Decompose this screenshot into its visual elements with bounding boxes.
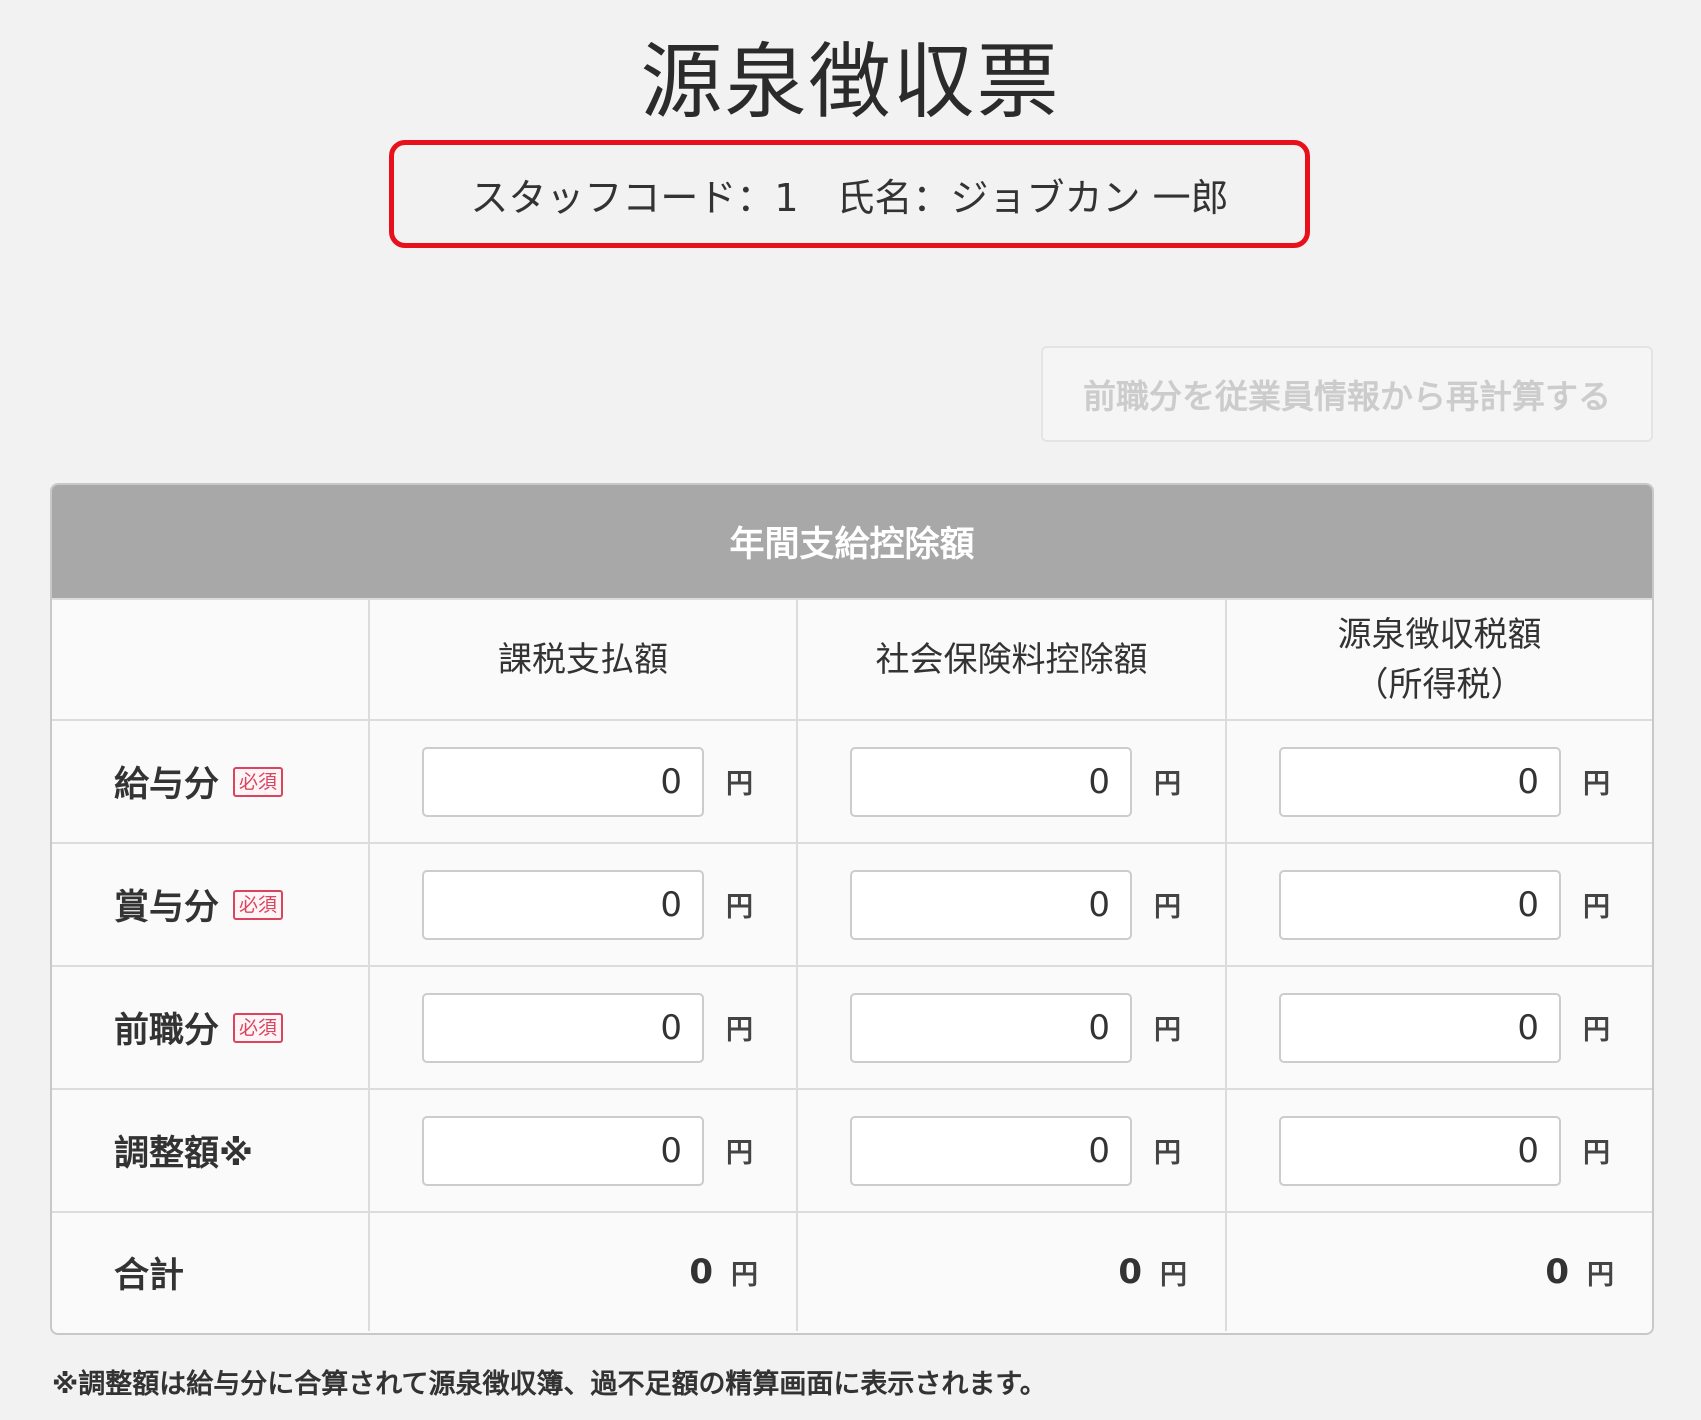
previous-job-taxable-payment-input[interactable] [422,992,704,1063]
input-group: 円 [798,992,1181,1063]
column-header-social-insurance: 社会保険料控除額 [796,600,1225,719]
table-row-adjustment: 調整額※ 円 円 円 [52,1088,1652,1211]
yen-unit: 円 [1583,769,1610,800]
input-cell: 円 [796,721,1225,842]
input-group: 円 [370,1115,753,1186]
staff-info-box: スタッフコード：1 氏名：ジョブカン 一郎 [389,140,1310,248]
input-group: 円 [370,746,753,817]
input-group: 円 [370,992,753,1063]
total-withholding-tax: 0 円 [1225,1213,1652,1331]
yen-unit: 円 [1154,892,1181,923]
table-row-salary: 給与分 必須 円 円 円 [52,719,1652,842]
input-cell: 円 [368,967,796,1088]
total-taxable-payment: 0 円 [368,1213,796,1331]
required-badge: 必須 [233,889,284,920]
table-row-total: 合計 0 円 0 円 0 円 [52,1211,1652,1331]
input-cell: 円 [368,721,796,842]
input-cell: 円 [1225,721,1652,842]
column-header-sublabel: （所得税） [1354,664,1525,705]
total-value: 0 [1118,1252,1142,1292]
input-cell: 円 [368,844,796,965]
column-header-label: 社会保険料控除額 [875,639,1148,680]
yen-unit: 円 [726,1015,753,1046]
row-label-cell: 合計 [52,1213,368,1331]
recalc-previous-job-button[interactable]: 前職分を従業員情報から再計算する [1041,346,1653,442]
salary-taxable-payment-input[interactable] [422,746,704,817]
yen-unit: 円 [1587,1259,1614,1291]
row-label-text: 前職分 [114,1011,220,1051]
table-row-bonus: 賞与分 必須 円 円 円 [52,842,1652,965]
input-group: 円 [1227,992,1610,1063]
row-label: 給与分 必須 [114,756,284,807]
row-label-cell: 賞与分 必須 [52,844,368,965]
previous-job-social-insurance-input[interactable] [850,992,1132,1063]
page: 源泉徴収票 スタッフコード：1 氏名：ジョブカン 一郎 前職分を従業員情報から再… [0,0,1701,1420]
total-value: 0 [689,1252,713,1292]
row-label-cell: 調整額※ [52,1090,368,1211]
input-cell: 円 [1225,1090,1652,1211]
yen-unit: 円 [1154,769,1181,800]
salary-withholding-tax-input[interactable] [1279,746,1561,817]
yen-unit: 円 [1583,892,1610,923]
required-badge: 必須 [233,1012,284,1043]
yen-unit: 円 [726,1138,753,1169]
row-label-text: 賞与分 [114,888,220,928]
bonus-withholding-tax-input[interactable] [1279,869,1561,940]
table-row-previous-job: 前職分 必須 円 円 円 [52,965,1652,1088]
required-badge: 必須 [233,766,284,797]
row-label: 前職分 必須 [114,1002,284,1053]
total-social-insurance: 0 円 [796,1213,1225,1331]
column-header-taxable-payment: 課税支払額 [368,600,796,719]
input-cell: 円 [1225,844,1652,965]
column-header-label: 課税支払額 [498,639,668,680]
input-cell: 円 [796,1090,1225,1211]
row-label-cell: 給与分 必須 [52,721,368,842]
yen-unit: 円 [1154,1138,1181,1169]
yen-unit: 円 [1154,1015,1181,1046]
row-label: 賞与分 必須 [114,879,284,930]
total-value: 0 [1545,1252,1569,1292]
page-title: 源泉徴収票 [640,35,1061,130]
total-label: 合計 [114,1255,185,1296]
previous-job-withholding-tax-input[interactable] [1279,992,1561,1063]
input-group: 円 [370,869,753,940]
input-group: 円 [1227,746,1610,817]
annual-payment-deduction-table: 年間支給控除額 課税支払額 社会保険料控除額 源泉徴収税額 （所得税） 給与分 … [50,483,1654,1335]
input-cell: 円 [1225,967,1652,1088]
adjustment-withholding-tax-input[interactable] [1279,1115,1561,1186]
input-group: 円 [798,869,1181,940]
row-label-text: 調整額※ [114,1134,254,1174]
adjustment-taxable-payment-input[interactable] [422,1115,704,1186]
input-group: 円 [798,1115,1181,1186]
row-label: 調整額※ [114,1125,253,1176]
yen-unit: 円 [1583,1138,1610,1169]
table-header: 年間支給控除額 [52,485,1652,598]
input-cell: 円 [368,1090,796,1211]
row-label-cell: 前職分 必須 [52,967,368,1088]
column-header-withholding-tax: 源泉徴収税額 （所得税） [1225,600,1652,719]
corner-cell [52,600,368,719]
bonus-taxable-payment-input[interactable] [422,869,704,940]
input-group: 円 [1227,1115,1610,1186]
adjustment-social-insurance-input[interactable] [850,1115,1132,1186]
input-group: 円 [798,746,1181,817]
column-header-row: 課税支払額 社会保険料控除額 源泉徴収税額 （所得税） [52,598,1652,719]
column-header-label: 源泉徴収税額 [1337,614,1542,655]
yen-unit: 円 [726,892,753,923]
footnote: ※調整額は給与分に合算されて源泉徴収簿、過不足額の精算画面に表示されます。 [52,1369,1047,1400]
yen-unit: 円 [1160,1259,1187,1291]
yen-unit: 円 [731,1259,758,1291]
yen-unit: 円 [1583,1015,1610,1046]
yen-unit: 円 [726,769,753,800]
bonus-social-insurance-input[interactable] [850,869,1132,940]
input-group: 円 [1227,869,1610,940]
salary-social-insurance-input[interactable] [850,746,1132,817]
input-cell: 円 [796,844,1225,965]
input-cell: 円 [796,967,1225,1088]
row-label-text: 給与分 [114,765,220,805]
